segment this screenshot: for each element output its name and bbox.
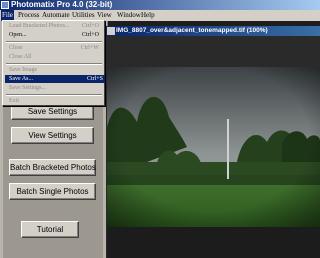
document-icon [107, 27, 115, 35]
tutorial-button[interactable]: Tutorial [21, 221, 79, 238]
menu-item-load-bracketed[interactable]: Load Bracketed Photos... Ctrl+O [9, 22, 101, 30]
menu-separator [6, 41, 102, 43]
app-title-bar: Photomatix Pro 4.0 (32-bit) [0, 0, 320, 10]
tonemapped-photo [107, 67, 320, 227]
menu-item-exit[interactable]: Exit [9, 97, 101, 105]
menu-item-open[interactable]: Open... Ctrl+O [9, 31, 101, 39]
menu-item-close[interactable]: Close Ctrl+W [9, 44, 101, 52]
batch-bracketed-photos-button[interactable]: Batch Bracketed Photos [9, 159, 96, 176]
app-icon [1, 1, 9, 9]
menu-item-save-settings[interactable]: Save Settings... [9, 84, 101, 92]
image-window-title: IMG_8807_over&adjacent_tonemapped.tif (1… [116, 27, 268, 34]
batch-single-photos-button[interactable]: Batch Single Photos [9, 183, 96, 200]
save-settings-button[interactable]: Save Settings [11, 104, 94, 120]
file-menu-dropdown: Load Bracketed Photos... Ctrl+O Open... Ct… [2, 20, 105, 106]
view-settings-button[interactable]: View Settings [11, 127, 94, 144]
menu-separator [6, 94, 102, 96]
image-window-title-bar[interactable]: IMG_8807_over&adjacent_tonemapped.tif (1… [106, 26, 320, 36]
menu-item-close-all[interactable]: Close All [9, 53, 101, 61]
menu-separator [6, 63, 102, 65]
menu-window[interactable]: Window [117, 10, 141, 21]
app-title: Photomatix Pro 4.0 (32-bit) [11, 0, 113, 9]
menu-item-save-image[interactable]: Save Image [9, 66, 101, 74]
menu-help[interactable]: Help [141, 10, 155, 21]
image-window-bottom [107, 227, 320, 258]
menu-item-save-as[interactable]: Save As... Ctrl+S [5, 75, 105, 83]
